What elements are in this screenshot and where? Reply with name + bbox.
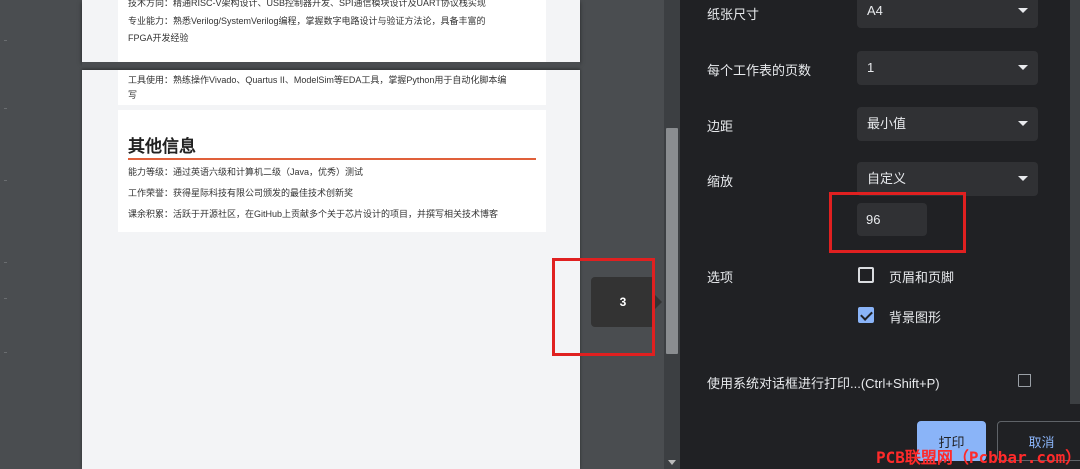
- preview-page-3: 工具使用：熟练操作Vivado、Quartus II、ModelSim等EDA工…: [82, 70, 580, 469]
- pages-per-sheet-select[interactable]: 1: [857, 51, 1038, 85]
- margins-select[interactable]: 最小值: [857, 107, 1038, 141]
- page-break: [82, 62, 580, 70]
- paper-size-label: 纸张尺寸: [707, 7, 760, 22]
- other-info-line: 能力等级：通过英语六级和计算机二级（Java，优秀）测试: [128, 167, 364, 177]
- chevron-down-icon: [1018, 65, 1028, 70]
- pages-per-sheet-label: 每个工作表的页数: [707, 63, 812, 78]
- system-dialog-link[interactable]: 使用系统对话框进行打印...(Ctrl+Shift+P): [707, 373, 940, 392]
- chevron-down-icon: [1018, 121, 1028, 126]
- paper-size-select[interactable]: A4: [857, 0, 1038, 28]
- background-graphics-label[interactable]: 背景图形: [889, 307, 941, 326]
- margins-value: 最小值: [867, 116, 907, 131]
- watermark-text: PCB联盟网（Pcbbar.com）: [876, 448, 1080, 467]
- preview-page-2: 技术方向：精通RISC-V架构设计、USB控制器开发、SPI通信模块设计及UAR…: [82, 0, 580, 62]
- margins-label: 边距: [707, 119, 734, 134]
- section-title: 其他信息: [128, 137, 196, 156]
- headers-footers-label[interactable]: 页眉和页脚: [889, 267, 954, 286]
- scrollbar-thumb[interactable]: [666, 128, 678, 354]
- chevron-down-icon: [1018, 176, 1028, 181]
- options-label: 选项: [707, 270, 734, 285]
- tools-card: 工具使用：熟练操作Vivado、Quartus II、ModelSim等EDA工…: [118, 70, 546, 105]
- panel-scrollbar[interactable]: [1070, 0, 1080, 404]
- preview-edge-marks: [4, 0, 10, 469]
- open-in-new-icon[interactable]: [1018, 372, 1033, 387]
- scale-label: 缩放: [707, 174, 734, 189]
- print-preview-area: 技术方向：精通RISC-V架构设计、USB控制器开发、SPI通信模块设计及UAR…: [0, 0, 664, 469]
- chevron-down-icon: [1018, 8, 1028, 13]
- tools-line: 工具使用：熟练操作Vivado、Quartus II、ModelSim等EDA工…: [128, 75, 507, 85]
- skills-card: 技术方向：精通RISC-V架构设计、USB控制器开发、SPI通信模块设计及UAR…: [118, 0, 546, 62]
- annotation-box-page-indicator: [552, 258, 655, 356]
- paper-size-value: A4: [867, 3, 883, 18]
- pages-per-sheet-value: 1: [867, 60, 875, 75]
- scroll-down-arrow-icon[interactable]: [668, 460, 676, 465]
- skill-line: 专业能力：熟悉Verilog/SystemVerilog编程，掌握数字电路设计与…: [128, 16, 486, 26]
- other-info-line: 工作荣誉：获得星际科技有限公司颁发的最佳技术创新奖: [128, 188, 354, 198]
- headers-footers-checkbox[interactable]: [858, 267, 874, 283]
- other-info-line: 课余积累：活跃于开源社区，在GitHub上贡献多个关于芯片设计的项目，并撰写相关…: [128, 209, 499, 219]
- skill-line: 技术方向：精通RISC-V架构设计、USB控制器开发、SPI通信模块设计及UAR…: [128, 0, 486, 8]
- preview-scrollbar[interactable]: [664, 0, 680, 469]
- section-divider: [128, 158, 536, 160]
- tools-line: 写: [128, 90, 138, 100]
- skill-line: FPGA开发经验: [128, 33, 189, 43]
- scale-select[interactable]: 自定义: [857, 162, 1038, 196]
- background-graphics-checkbox[interactable]: [858, 307, 874, 323]
- other-info-card: 其他信息 能力等级：通过英语六级和计算机二级（Java，优秀）测试 工作荣誉：获…: [118, 110, 546, 232]
- scale-value: 自定义: [867, 171, 907, 186]
- annotation-box-scale-input: [829, 192, 966, 253]
